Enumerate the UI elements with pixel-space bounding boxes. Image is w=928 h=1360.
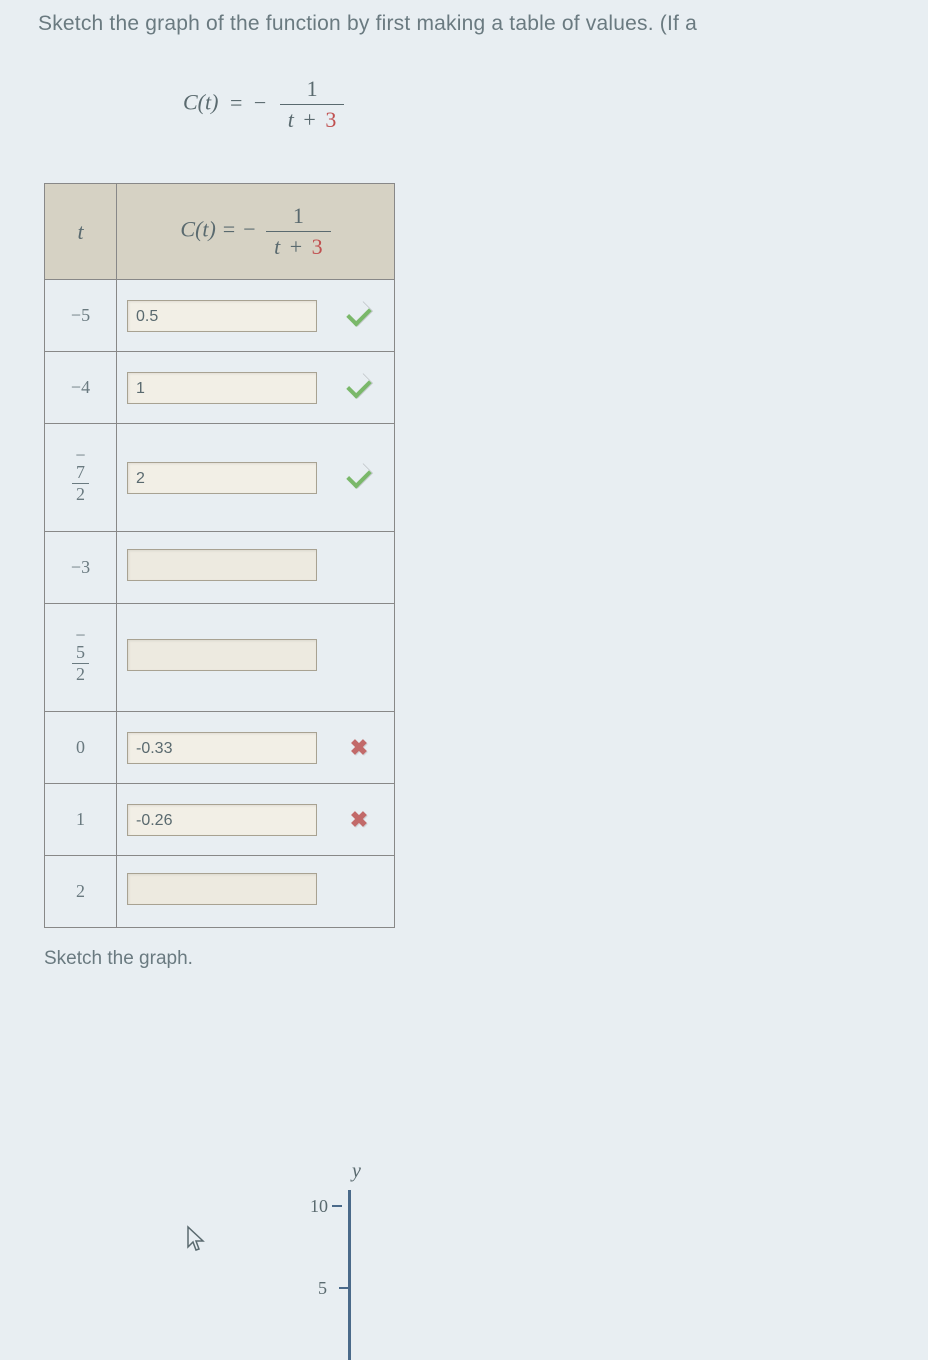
table-row: −3 <box>45 532 395 604</box>
t-value: −5 <box>45 280 117 352</box>
answer-input[interactable]: -0.26 <box>127 804 317 836</box>
check-icon <box>346 465 372 491</box>
y-tick-5: 5 <box>318 1278 327 1299</box>
table-header-row: t C(t) = − 1 t + 3 <box>45 184 395 280</box>
answer-input[interactable]: 0.5 <box>127 300 317 332</box>
t-value: 1 <box>45 784 117 856</box>
table-row: − 5 2 <box>45 604 395 712</box>
answer-cell: 1 <box>117 352 395 424</box>
y-axis-line <box>348 1190 351 1360</box>
equation-neg: − <box>254 90 266 115</box>
check-icon <box>346 303 372 329</box>
table-row: 0 -0.33 <box>45 712 395 784</box>
cross-icon <box>346 735 372 761</box>
table-row: 2 <box>45 856 395 928</box>
equation-equals: = <box>230 90 242 115</box>
graph-axes: y 10 5 <box>310 1160 610 1360</box>
answer-cell: 2 <box>117 424 395 532</box>
fraction-denominator: t + 3 <box>280 105 345 133</box>
t-value: − 7 2 <box>45 424 117 532</box>
answer-cell <box>117 856 395 928</box>
answer-input[interactable] <box>127 639 317 671</box>
answer-cell: -0.33 <box>117 712 395 784</box>
answer-input[interactable]: 2 <box>127 462 317 494</box>
answer-cell <box>117 532 395 604</box>
function-equation: C(t) = − 1 t + 3 <box>183 76 928 133</box>
answer-input[interactable]: -0.33 <box>127 732 317 764</box>
values-table: t C(t) = − 1 t + 3 <box>44 183 395 928</box>
table-row: 1 -0.26 <box>45 784 395 856</box>
problem-text: Sketch the graph of the function by firs… <box>38 12 928 36</box>
y-tick-10: 10 <box>310 1196 328 1217</box>
answer-cell <box>117 604 395 712</box>
y-axis-label: y <box>352 1160 361 1183</box>
equation-lhs: C(t) <box>183 90 218 115</box>
answer-cell: 0.5 <box>117 280 395 352</box>
answer-input[interactable] <box>127 873 317 905</box>
t-value: −3 <box>45 532 117 604</box>
table-row: − 7 2 2 <box>45 424 395 532</box>
sketch-label: Sketch the graph. <box>44 948 928 970</box>
answer-input[interactable] <box>127 549 317 581</box>
t-value: 0 <box>45 712 117 784</box>
t-value: − 5 2 <box>45 604 117 712</box>
equation-fraction: 1 t + 3 <box>280 76 345 133</box>
header-t: t <box>45 184 117 280</box>
answer-cell: -0.26 <box>117 784 395 856</box>
fraction-numerator: 1 <box>280 76 345 105</box>
table-row: −5 0.5 <box>45 280 395 352</box>
cross-icon <box>346 807 372 833</box>
t-value: −4 <box>45 352 117 424</box>
check-icon <box>346 375 372 401</box>
cursor-icon <box>185 1225 207 1253</box>
answer-input[interactable]: 1 <box>127 372 317 404</box>
header-c: C(t) = − 1 t + 3 <box>117 184 395 280</box>
t-value: 2 <box>45 856 117 928</box>
table-row: −4 1 <box>45 352 395 424</box>
